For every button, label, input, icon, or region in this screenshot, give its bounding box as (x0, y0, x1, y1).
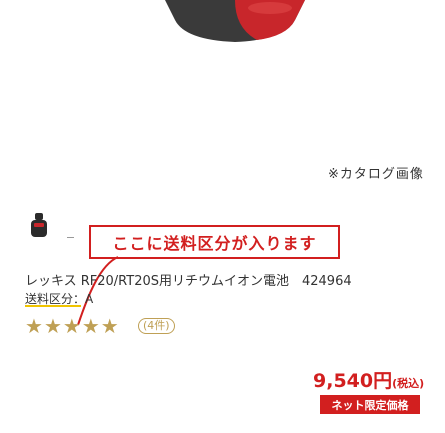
star-icon: ★ (62, 314, 81, 338)
rating-stars: ★ ★ ★ ★ ★ (25, 316, 119, 336)
product-hero-image (165, 0, 305, 42)
shipping-class-underline (25, 305, 81, 307)
product-name[interactable]: レッキス RF20/RT20S用リチウムイオン電池 424964 (25, 270, 352, 289)
review-count-link[interactable]: (4件) (138, 318, 175, 334)
star-icon: ★ (81, 314, 100, 338)
thumbnail-indicator (67, 237, 74, 238)
star-icon: ★ (25, 314, 43, 338)
product-price: 9,540円(税込) (313, 366, 424, 393)
price-value: 9,540円 (313, 370, 393, 392)
star-icon: ★ (100, 314, 119, 338)
catalog-image-note: ※カタログ画像 (328, 167, 424, 182)
shipping-class-banner: ここに送料区分が入ります (89, 225, 340, 259)
net-limited-price-badge: ネット限定価格 (320, 395, 420, 414)
star-icon: ★ (43, 314, 62, 338)
product-thumbnail[interactable] (28, 212, 50, 238)
price-tax-note: (税込) (392, 377, 425, 390)
